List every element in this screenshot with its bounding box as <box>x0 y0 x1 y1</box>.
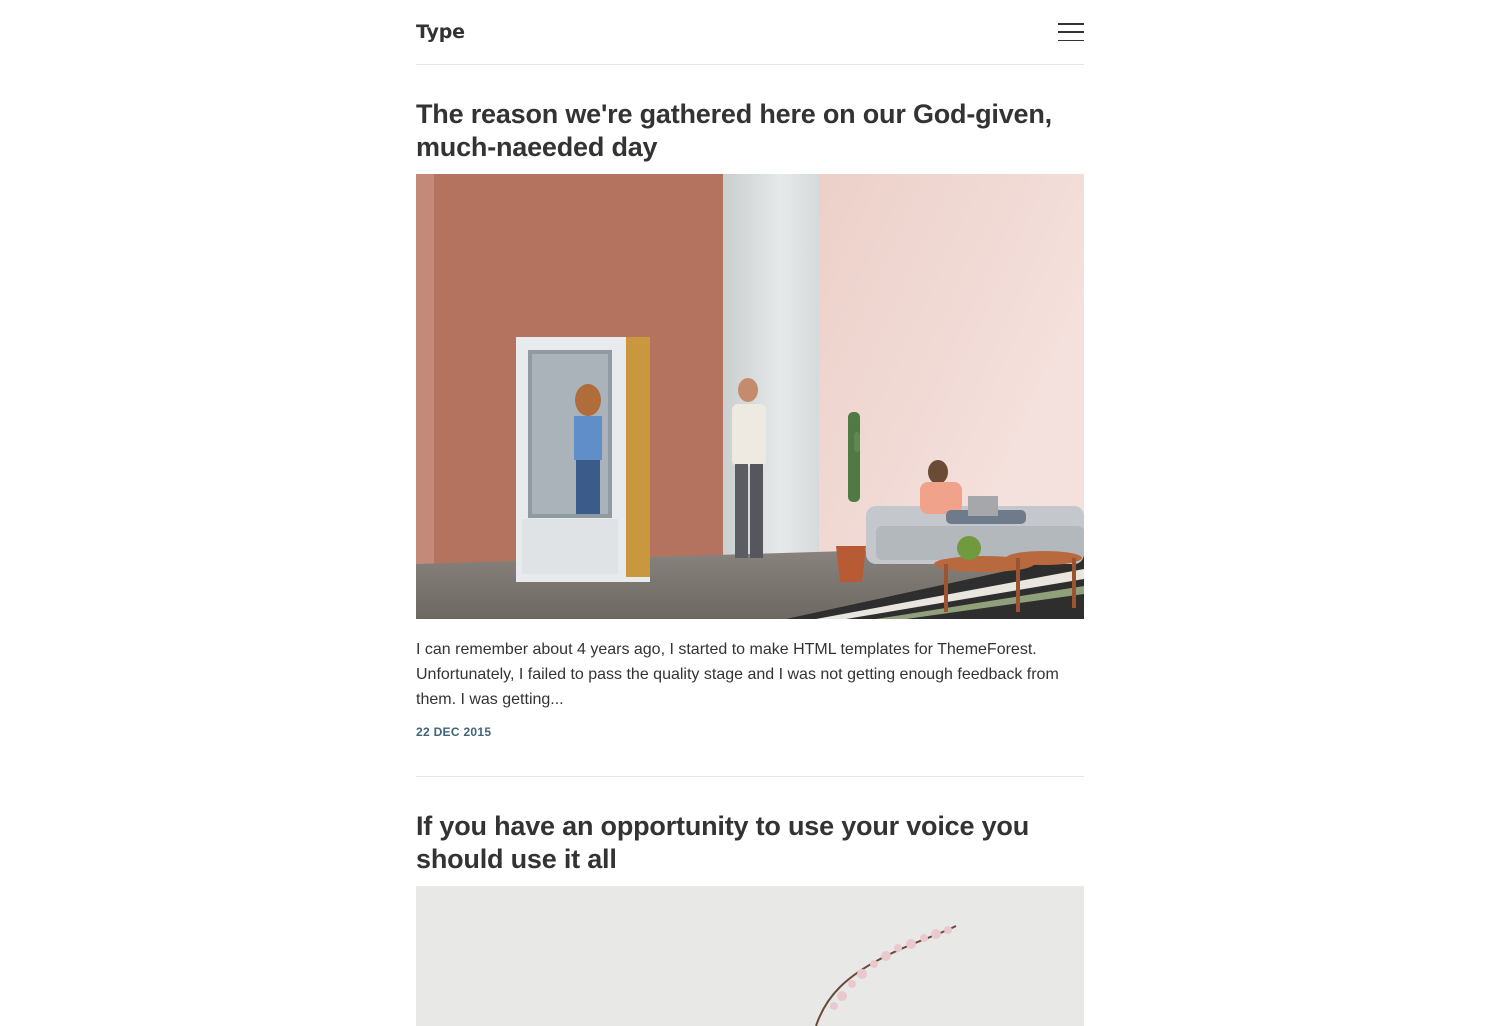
post-title-link[interactable]: If you have an opportunity to use your v… <box>416 811 1029 874</box>
post-card: The reason we're gathered here on our Go… <box>416 65 1084 777</box>
menu-icon[interactable] <box>1058 22 1084 42</box>
site-logo[interactable]: Type <box>416 21 465 43</box>
page-container: Type The reason we're gathered here on o… <box>416 0 1084 1026</box>
post-featured-image[interactable] <box>416 174 1084 619</box>
post-title: The reason we're gathered here on our Go… <box>416 98 1084 164</box>
site-header: Type <box>416 0 1084 65</box>
menu-icon-line <box>1058 31 1084 33</box>
post-date: 22 DEC 2015 <box>416 725 492 739</box>
post-excerpt: I can remember about 4 years ago, I star… <box>416 641 1059 708</box>
post-title-link[interactable]: The reason we're gathered here on our Go… <box>416 99 1052 162</box>
post-card: If you have an opportunity to use your v… <box>416 777 1084 1026</box>
post-title: If you have an opportunity to use your v… <box>416 810 1084 876</box>
menu-icon-line <box>1058 39 1084 41</box>
menu-icon-line <box>1058 23 1084 25</box>
post-featured-image[interactable] <box>416 886 1084 1026</box>
